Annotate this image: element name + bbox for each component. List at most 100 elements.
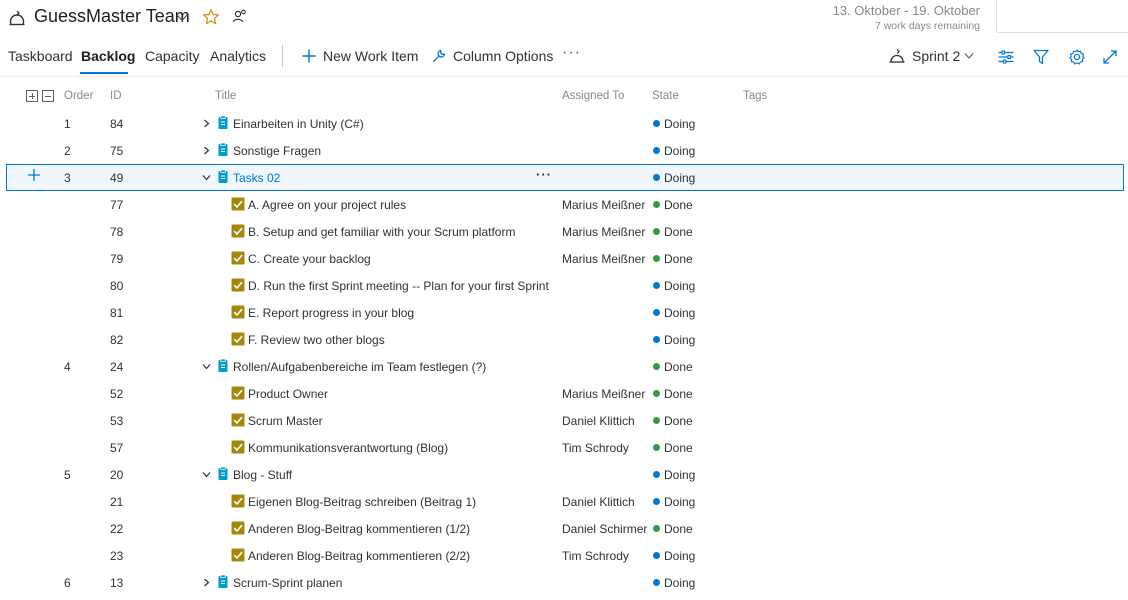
task-row[interactable]: 23 Anderen Blog-Beitrag kommentieren (2/2… bbox=[0, 542, 1128, 569]
id-cell: 21 bbox=[110, 495, 124, 509]
work-item-title[interactable]: E. Report progress in your blog bbox=[248, 306, 414, 320]
work-item-title[interactable]: Tasks 02 bbox=[233, 171, 280, 185]
id-cell: 77 bbox=[110, 198, 124, 212]
work-item-title[interactable]: Eigenen Blog-Beitrag schreiben (Beitrag … bbox=[248, 495, 476, 509]
backlog-item-icon bbox=[218, 575, 228, 588]
state-indicator-dot bbox=[653, 147, 660, 154]
chevron-down-icon[interactable] bbox=[176, 13, 188, 23]
backlog-item-icon bbox=[218, 116, 228, 129]
state-indicator-dot bbox=[653, 282, 660, 289]
work-item-title[interactable]: Anderen Blog-Beitrag kommentieren (1/2) bbox=[248, 522, 470, 536]
backlog-item-row[interactable]: 6 13 Scrum-Sprint planen Doing bbox=[0, 569, 1128, 596]
work-item-title[interactable]: C. Create your backlog bbox=[248, 252, 371, 266]
collapse-all-button[interactable] bbox=[42, 90, 54, 102]
tab-taskboard[interactable]: Taskboard bbox=[8, 48, 73, 64]
sprint-icon bbox=[9, 10, 25, 26]
more-actions-button[interactable]: ··· bbox=[562, 44, 581, 62]
id-cell: 84 bbox=[110, 117, 124, 131]
task-row[interactable]: 81 E. Report progress in your blog Doing bbox=[0, 299, 1128, 326]
team-members-icon[interactable] bbox=[232, 8, 248, 24]
task-row[interactable]: 22 Anderen Blog-Beitrag kommentieren (1/2… bbox=[0, 515, 1128, 542]
work-item-title[interactable]: D. Run the first Sprint meeting -- Plan … bbox=[248, 279, 549, 293]
chevron-right-icon[interactable] bbox=[202, 146, 211, 155]
work-item-title[interactable]: Rollen/Aufgabenbereiche im Team festlege… bbox=[233, 360, 486, 374]
id-cell: 53 bbox=[110, 414, 124, 428]
state-cell: Done bbox=[664, 441, 693, 455]
id-cell: 82 bbox=[110, 333, 124, 347]
view-options-icon[interactable] bbox=[997, 48, 1015, 66]
task-row[interactable]: 57 Kommunikationsverantwortung (Blog) Tim … bbox=[0, 434, 1128, 461]
settings-gear-icon[interactable] bbox=[1068, 48, 1086, 66]
task-row[interactable]: 53 Scrum Master Daniel Klittich Done bbox=[0, 407, 1128, 434]
state-indicator-dot bbox=[653, 363, 660, 370]
work-item-title[interactable]: Kommunikationsverantwortung (Blog) bbox=[248, 441, 448, 455]
work-item-title[interactable]: F. Review two other blogs bbox=[248, 333, 385, 347]
column-header-order[interactable]: Order bbox=[64, 90, 93, 102]
task-row[interactable]: 78 B. Setup and get familiar with your Sc… bbox=[0, 218, 1128, 245]
task-checkbox-icon bbox=[231, 413, 245, 427]
add-task-plus-icon[interactable] bbox=[26, 167, 42, 183]
task-row[interactable]: 82 F. Review two other blogs Doing bbox=[0, 326, 1128, 353]
tab-backlog[interactable]: Backlog bbox=[81, 48, 135, 64]
column-header-assigned-to[interactable]: Assigned To bbox=[562, 90, 624, 102]
state-indicator-dot bbox=[653, 309, 660, 316]
column-header-id[interactable]: ID bbox=[110, 90, 122, 102]
tab-capacity[interactable]: Capacity bbox=[145, 48, 199, 64]
work-item-title[interactable]: Einarbeiten in Unity (C#) bbox=[233, 117, 364, 131]
sprint-icon bbox=[889, 49, 905, 63]
chevron-down-icon[interactable] bbox=[202, 470, 211, 479]
toolbar-divider bbox=[282, 45, 283, 67]
id-cell: 52 bbox=[110, 387, 124, 401]
favorite-star-icon[interactable] bbox=[202, 8, 220, 26]
work-item-title[interactable]: Anderen Blog-Beitrag kommentieren (2/2) bbox=[248, 549, 470, 563]
work-item-title[interactable]: B. Setup and get familiar with your Scru… bbox=[248, 225, 515, 239]
work-item-title[interactable]: Scrum-Sprint planen bbox=[233, 576, 342, 590]
assigned-to-cell: Tim Schrody bbox=[562, 549, 629, 563]
state-cell: Done bbox=[664, 522, 693, 536]
id-cell: 78 bbox=[110, 225, 124, 239]
assigned-to-cell: Marius Meißner bbox=[562, 387, 646, 401]
work-item-title[interactable]: Scrum Master bbox=[248, 414, 323, 428]
search-box[interactable] bbox=[996, 0, 1128, 33]
assigned-to-cell: Tim Schrody bbox=[562, 441, 629, 455]
column-options-button[interactable]: Column Options bbox=[431, 47, 553, 67]
backlog-item-row[interactable]: 3 49 Tasks 02 ··· Doing bbox=[6, 164, 1124, 191]
chevron-down-icon[interactable] bbox=[202, 362, 211, 371]
chevron-right-icon[interactable] bbox=[202, 119, 211, 128]
column-header-state[interactable]: State bbox=[652, 90, 679, 102]
chevron-right-icon[interactable] bbox=[202, 578, 211, 587]
column-header-title[interactable]: Title bbox=[215, 90, 236, 102]
fullscreen-icon[interactable] bbox=[1101, 48, 1119, 66]
state-cell: Doing bbox=[664, 576, 696, 590]
team-name[interactable]: GuessMaster Team bbox=[34, 6, 190, 27]
task-row[interactable]: 21 Eigenen Blog-Beitrag schreiben (Beitra… bbox=[0, 488, 1128, 515]
task-row[interactable]: 52 Product Owner Marius Meißner Done bbox=[0, 380, 1128, 407]
work-item-title[interactable]: A. Agree on your project rules bbox=[248, 198, 406, 212]
column-header-tags[interactable]: Tags bbox=[743, 90, 767, 102]
toolbar: Taskboard Backlog Capacity Analytics New… bbox=[0, 38, 1128, 77]
backlog-item-row[interactable]: 1 84 Einarbeiten in Unity (C#) Doing bbox=[0, 110, 1128, 137]
work-item-title[interactable]: Sonstige Fragen bbox=[233, 144, 321, 158]
backlog-item-row[interactable]: 4 24 Rollen/Aufgabenbereiche im Team festl… bbox=[0, 353, 1128, 380]
state-cell: Done bbox=[664, 225, 693, 239]
work-item-title[interactable]: Blog - Stuff bbox=[233, 468, 292, 482]
filter-icon[interactable] bbox=[1032, 48, 1050, 66]
assigned-to-cell: Daniel Schirmer bbox=[562, 522, 648, 536]
task-row[interactable]: 80 D. Run the first Sprint meeting -- Pla… bbox=[0, 272, 1128, 299]
backlog-item-row[interactable]: 2 75 Sonstige Fragen Doing bbox=[0, 137, 1128, 164]
wrench-icon bbox=[432, 49, 446, 63]
tab-analytics[interactable]: Analytics bbox=[210, 48, 266, 64]
chevron-down-icon[interactable] bbox=[202, 173, 211, 182]
assigned-to-cell: Marius Meißner bbox=[562, 225, 646, 239]
task-row[interactable]: 79 C. Create your backlog Marius Meißner Do… bbox=[0, 245, 1128, 272]
expand-all-button[interactable] bbox=[26, 90, 38, 102]
backlog-item-icon bbox=[218, 359, 228, 372]
new-work-item-button[interactable]: New Work Item bbox=[301, 47, 418, 67]
row-more-actions-button[interactable]: ··· bbox=[536, 167, 552, 182]
id-cell: 79 bbox=[110, 252, 124, 266]
work-item-title[interactable]: Product Owner bbox=[248, 387, 328, 401]
backlog-item-row[interactable]: 5 20 Blog - Stuff Doing bbox=[0, 461, 1128, 488]
task-row[interactable]: 77 A. Agree on your project rules Marius M… bbox=[0, 191, 1128, 218]
work-days-remaining: 7 work days remaining bbox=[874, 20, 980, 32]
state-indicator-dot bbox=[653, 417, 660, 424]
